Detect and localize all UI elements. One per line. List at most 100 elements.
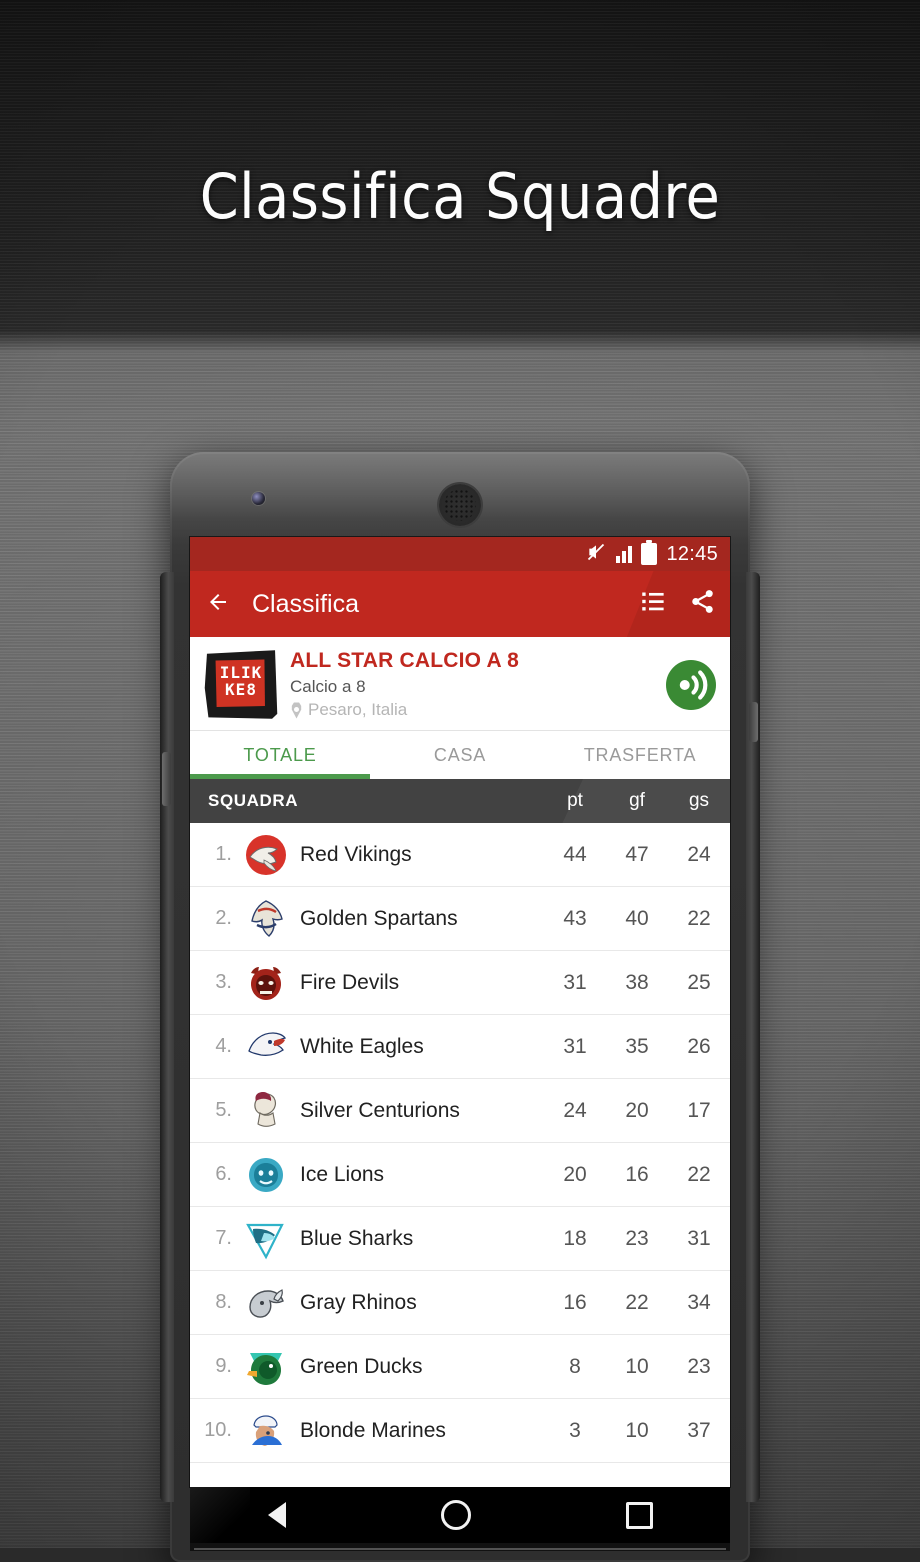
row-team-name: Gray Rhinos — [300, 1290, 417, 1314]
page-title: Classifica Squadre — [199, 160, 721, 233]
mute-icon — [585, 542, 607, 567]
table-row[interactable]: 4. White Eagles 31 35 26 — [190, 1015, 730, 1079]
row-goals-against: 34 — [687, 1290, 711, 1314]
tab-trasferta[interactable]: TRASFERTA — [550, 731, 730, 779]
row-points: 43 — [563, 906, 587, 930]
row-goals-for: 40 — [625, 906, 649, 930]
row-goals-against: 25 — [687, 970, 711, 994]
nav-home-icon[interactable] — [440, 1500, 471, 1530]
row-goals-for: 38 — [625, 970, 649, 994]
broadcast-icon[interactable] — [666, 659, 716, 710]
devil-crest — [244, 961, 288, 1005]
row-goals-against: 23 — [687, 1354, 711, 1378]
back-arrow-icon[interactable] — [204, 590, 232, 619]
table-row[interactable]: 3. Fire Devils 31 38 25 — [190, 951, 730, 1015]
row-position: 10. — [204, 1419, 232, 1441]
row-position: 9. — [215, 1355, 232, 1377]
duck-crest — [244, 1345, 288, 1389]
standings-list: 1. Red Vikings 44 47 24 2. Golden Spartans 43 40… — [190, 823, 730, 1463]
row-team-name: Blonde Marines — [300, 1418, 446, 1442]
column-header-team[interactable]: SQUADRA — [190, 791, 544, 811]
phone-mockup: 12:45 Classifica ILIK KE8 ALL STAR CALCI… — [160, 452, 760, 1562]
battery-icon — [641, 540, 658, 565]
status-bar: 12:45 — [190, 537, 730, 571]
table-row[interactable]: 9. Green Ducks 8 10 23 — [190, 1335, 730, 1399]
table-row[interactable]: 7. Blue Sharks 18 23 31 — [190, 1207, 730, 1271]
league-location: Pesaro, Italia — [290, 700, 666, 720]
android-nav-bar — [190, 1487, 730, 1543]
row-position: 2. — [215, 907, 232, 929]
row-position: 4. — [215, 1035, 232, 1057]
app-bar-title: Classifica — [252, 589, 359, 618]
status-bar-clock: 12:45 — [666, 542, 718, 565]
table-header: SQUADRA pt gf gs — [190, 779, 730, 823]
table-row[interactable]: 5. Silver Centurions 24 20 17 — [190, 1079, 730, 1143]
row-team-name: Green Ducks — [300, 1354, 423, 1378]
row-points: 8 — [569, 1354, 581, 1378]
row-goals-against: 17 — [687, 1098, 711, 1122]
share-icon[interactable] — [689, 588, 716, 620]
rhino-crest — [244, 1281, 288, 1325]
tab-casa[interactable]: CASA — [370, 731, 550, 779]
spartan-crest — [244, 897, 288, 941]
row-goals-for: 47 — [625, 842, 649, 866]
app-bar: Classifica — [190, 571, 730, 637]
front-camera-icon — [252, 492, 265, 505]
phone-right-edge — [746, 572, 760, 1502]
nav-recents-icon[interactable] — [625, 1501, 653, 1529]
table-row[interactable]: 2. Golden Spartans 43 40 22 — [190, 887, 730, 951]
row-position: 6. — [215, 1163, 232, 1185]
signal-icon — [616, 545, 633, 563]
standings-tabs: TOTALE CASA TRASFERTA — [190, 731, 730, 779]
row-goals-for: 23 — [625, 1226, 649, 1250]
nav-back-icon[interactable] — [267, 1502, 286, 1528]
row-goals-for: 35 — [625, 1034, 649, 1058]
row-position: 1. — [215, 843, 232, 865]
row-goals-against: 26 — [687, 1034, 711, 1058]
table-row[interactable]: 8. Gray Rhinos 16 22 34 — [190, 1271, 730, 1335]
phone-chin-line — [194, 1548, 726, 1550]
row-goals-against: 22 — [687, 1162, 711, 1186]
row-team-name: Golden Spartans — [300, 906, 458, 930]
volume-button[interactable] — [162, 752, 171, 806]
league-header-card[interactable]: ILIK KE8 ALL STAR CALCIO A 8 Calcio a 8 … — [190, 637, 730, 731]
row-points: 3 — [569, 1418, 581, 1442]
row-goals-for: 20 — [625, 1098, 649, 1122]
table-row[interactable]: 6. Ice Lions 20 16 22 — [190, 1143, 730, 1207]
row-goals-against: 31 — [687, 1226, 711, 1250]
column-header-gs[interactable]: gs — [668, 790, 730, 812]
tab-totale[interactable]: TOTALE — [190, 731, 370, 779]
table-row[interactable]: 10. Blonde Marines 3 10 37 — [190, 1399, 730, 1463]
row-goals-for: 10 — [625, 1354, 649, 1378]
earpiece-speaker — [439, 484, 481, 526]
row-points: 20 — [563, 1162, 587, 1186]
marine-crest — [244, 1409, 288, 1453]
league-logo-line1: ILIK — [219, 662, 263, 682]
row-goals-for: 22 — [625, 1290, 649, 1314]
shark-crest — [244, 1217, 288, 1261]
league-logo-line2: KE8 — [225, 679, 257, 699]
row-goals-against: 37 — [687, 1418, 711, 1442]
column-header-pt[interactable]: pt — [544, 790, 606, 812]
row-goals-for: 16 — [625, 1162, 649, 1186]
league-logo: ILIK KE8 — [204, 650, 278, 720]
row-points: 24 — [563, 1098, 587, 1122]
row-points: 18 — [563, 1226, 587, 1250]
column-header-gf[interactable]: gf — [606, 790, 668, 812]
viking-crest — [244, 833, 288, 877]
row-goals-against: 24 — [687, 842, 711, 866]
row-points: 31 — [563, 1034, 587, 1058]
lion-crest — [244, 1153, 288, 1197]
list-view-icon[interactable] — [640, 588, 667, 620]
row-team-name: Silver Centurions — [300, 1098, 460, 1122]
table-row[interactable]: 1. Red Vikings 44 47 24 — [190, 823, 730, 887]
row-position: 3. — [215, 971, 232, 993]
eagle-crest — [244, 1025, 288, 1069]
row-team-name: White Eagles — [300, 1034, 424, 1058]
power-button[interactable] — [749, 702, 758, 742]
row-position: 5. — [215, 1099, 232, 1121]
row-position: 7. — [215, 1227, 232, 1249]
centurion-crest — [244, 1089, 288, 1133]
phone-left-edge — [160, 572, 174, 1502]
row-points: 16 — [563, 1290, 587, 1314]
